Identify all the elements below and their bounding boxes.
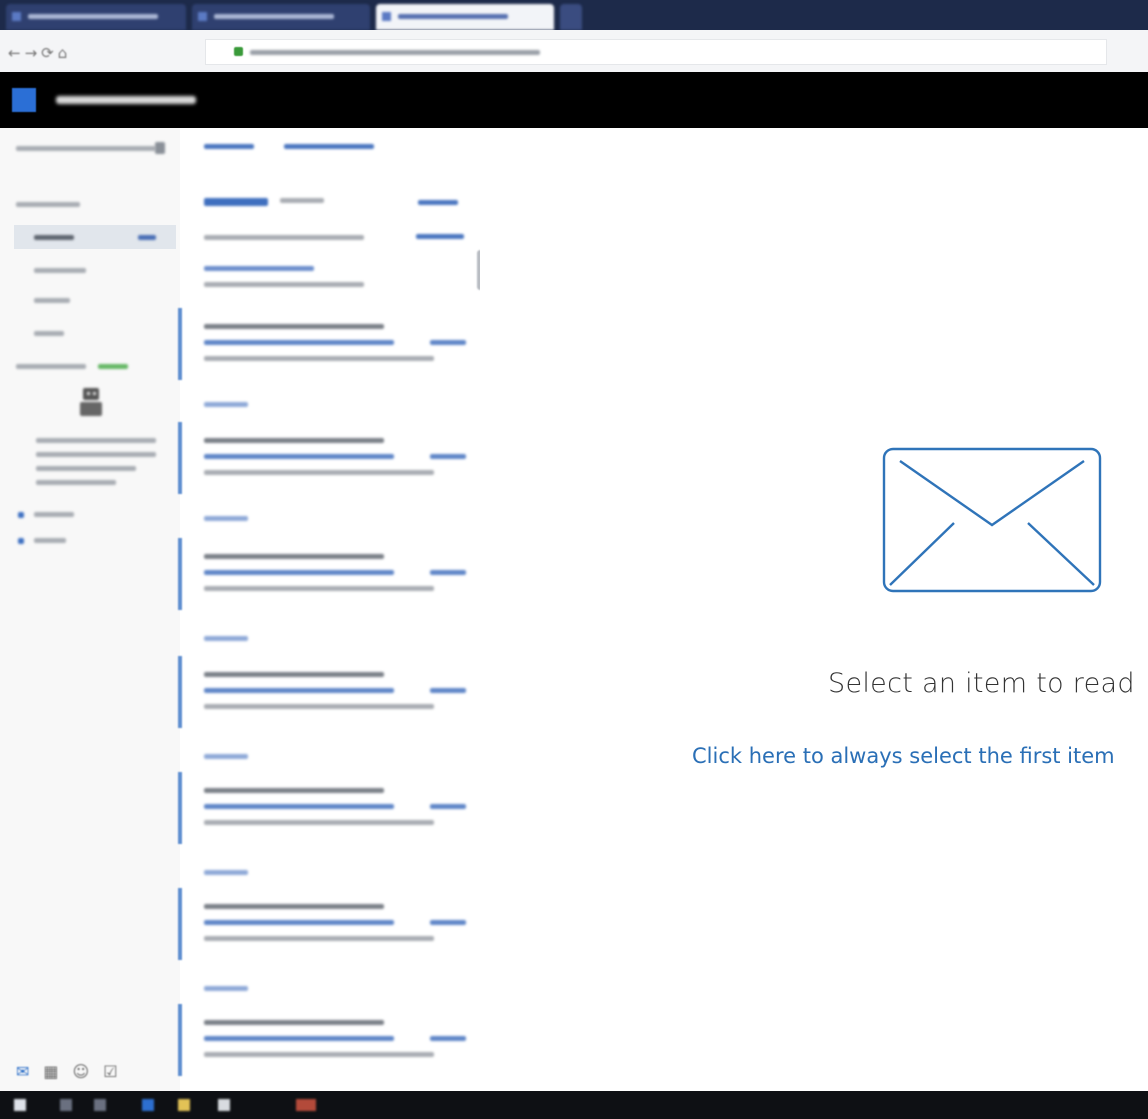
tab-focused[interactable] [204,198,268,206]
list-item[interactable] [182,774,476,844]
folder-item[interactable] [34,268,86,273]
unread-count-badge [138,235,156,240]
tab-favicon-icon [12,12,21,21]
browser-tab[interactable] [6,4,186,30]
windows-taskbar [0,1091,1148,1119]
date-group-header [204,402,248,407]
back-icon[interactable]: ← [8,44,25,62]
app-title [56,96,196,104]
list-item[interactable] [182,658,476,728]
focused-inbox-tip [204,235,364,240]
unread-indicator [178,422,182,494]
search-icon[interactable] [155,142,165,154]
date-group-header [204,986,248,991]
app-launcher-icon[interactable] [12,88,36,112]
folders-header[interactable] [16,202,80,207]
empty-reading-pane-message: Select an item to read [828,668,1135,699]
date-group-header [204,636,248,641]
new-message-button[interactable] [204,144,254,149]
tab-other[interactable] [280,198,324,203]
list-item[interactable] [182,1006,476,1076]
calendar-icon[interactable]: ▦ [43,1062,72,1081]
envelope-icon [882,447,1102,593]
groups-illustration-icon [80,388,102,416]
folder-item[interactable] [34,298,70,303]
tab-favicon-icon [198,12,207,21]
groups-header[interactable] [16,364,86,369]
browser-nav-buttons[interactable]: ←→⟳⌂ [8,44,71,62]
date-group-header [204,870,248,875]
browser-tab-active[interactable] [376,4,554,30]
tasks-icon[interactable]: ☑ [103,1062,131,1081]
date-group-header [204,516,248,521]
expand-icon[interactable] [18,512,24,518]
tab-favicon-icon [382,12,391,21]
new-group-link[interactable] [98,364,128,369]
search-icon[interactable] [60,1099,72,1111]
people-icon[interactable]: ☺ [73,1062,104,1081]
browse-groups-link[interactable] [34,512,74,517]
mark-all-read-button[interactable] [284,144,374,149]
unread-indicator [178,888,182,960]
start-icon[interactable] [14,1099,26,1111]
module-switcher: ✉▦☺☑ [16,1062,132,1081]
app-icon[interactable] [296,1099,316,1111]
list-item[interactable] [182,424,476,494]
browser-toolbar: ←→⟳⌂ [0,30,1148,73]
date-group-header [204,754,248,759]
groups-description [36,438,156,443]
browser-tab[interactable] [192,4,370,30]
list-item[interactable] [182,890,476,960]
try-it-link[interactable] [416,234,464,239]
folder-item[interactable] [34,331,64,336]
discover-groups-link[interactable] [34,538,66,543]
list-item[interactable] [182,310,476,380]
home-icon[interactable]: ⌂ [58,44,72,62]
expand-icon[interactable] [18,538,24,544]
unread-indicator [178,1004,182,1076]
reading-pane [480,128,1148,1091]
refresh-icon[interactable]: ⟳ [41,44,58,62]
unread-indicator [178,656,182,728]
list-item[interactable] [204,266,314,271]
office-suite-bar [0,72,1148,128]
browser-tab-strip [0,0,1148,30]
task-view-icon[interactable] [94,1099,106,1111]
mail-icon[interactable]: ✉ [16,1062,43,1081]
store-icon[interactable] [218,1099,230,1111]
address-bar[interactable] [205,39,1107,65]
edge-icon[interactable] [142,1099,154,1111]
filter-dropdown[interactable] [418,200,458,205]
unread-indicator [178,772,182,844]
lock-icon [234,47,243,56]
new-tab-button[interactable] [560,4,582,30]
file-explorer-icon[interactable] [178,1099,190,1111]
folder-pane: ✉▦☺☑ [0,128,180,1091]
forward-icon[interactable]: → [25,44,42,62]
unread-indicator [178,308,182,380]
search-mail-box[interactable] [16,146,156,151]
unread-indicator [178,538,182,610]
always-select-first-item-link[interactable]: Click here to always select the first it… [692,744,1148,768]
list-item[interactable] [182,540,476,610]
